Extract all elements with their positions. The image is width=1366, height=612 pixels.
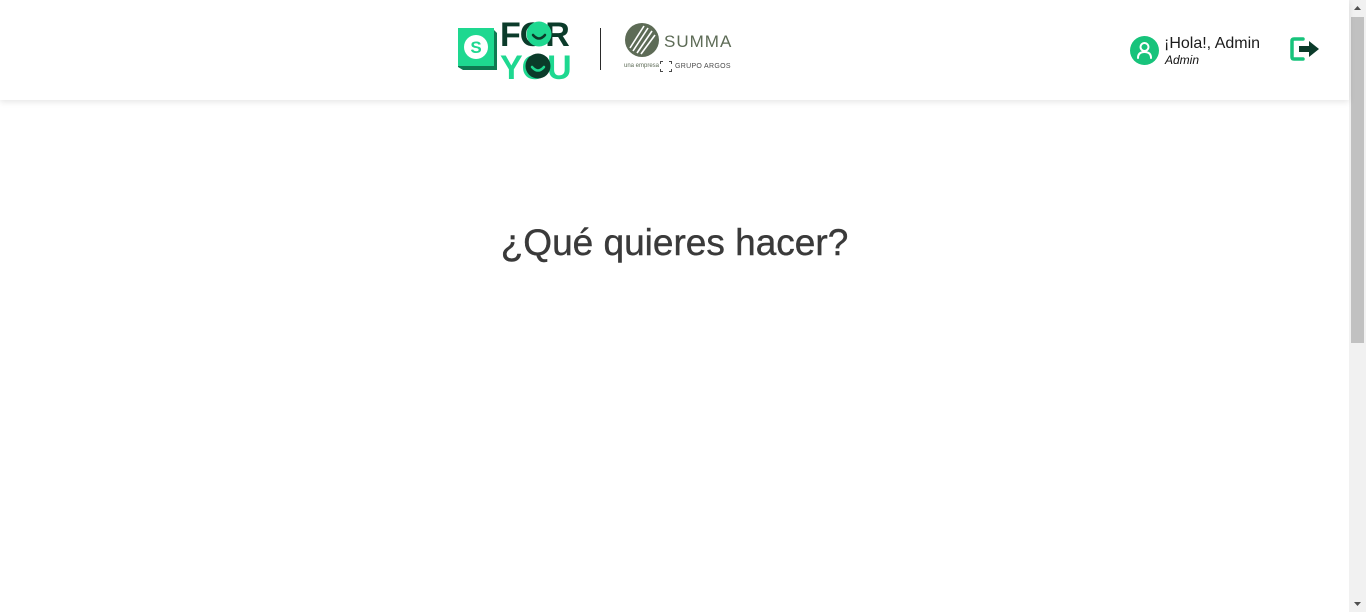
logo-divider [600,28,601,70]
logout-icon [1290,37,1319,61]
top-header: S FOR YOU [0,0,1349,100]
summa-name: SUMMA [664,32,733,51]
page-title: ¿Qué quieres hacer? [500,222,849,263]
user-role: Admin [1165,53,1200,67]
summa-group-name: GRUPO ARGOS [675,63,731,70]
s-for-you-logo[interactable]: S FOR YOU [456,16,582,82]
logo-s-letter: S [470,38,481,57]
summa-mark-icon [625,23,659,57]
user-greeting: ¡Hola!, Admin [1164,35,1261,52]
page: S FOR YOU [0,0,1366,612]
scroll-down-arrow-icon[interactable] [1349,595,1366,612]
summa-subtext: una empresa [624,63,660,69]
argos-bracket-icon [660,61,672,72]
logout-button[interactable] [1289,36,1321,62]
scroll-up-arrow-icon[interactable] [1349,0,1366,17]
scrollbar-thumb[interactable] [1351,17,1364,343]
avatar[interactable] [1130,36,1159,65]
vertical-scrollbar[interactable] [1349,0,1366,612]
user-icon [1137,42,1152,59]
